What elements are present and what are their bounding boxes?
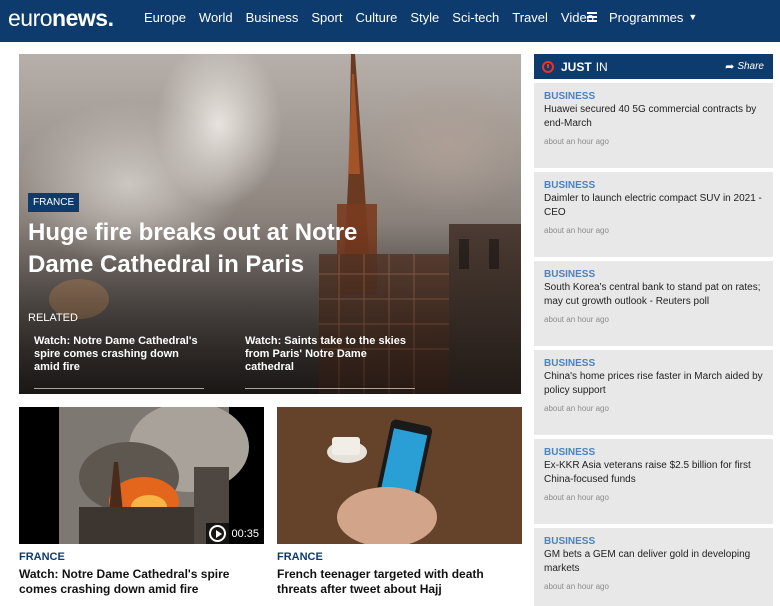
hero-article[interactable]: FRANCE Huge fire breaks out at Notre Dam… <box>19 54 521 394</box>
nav-travel[interactable]: Travel <box>512 10 548 25</box>
item-category[interactable]: BUSINESS <box>544 536 763 547</box>
nav-europe[interactable]: Europe <box>144 10 186 25</box>
caret-down-icon: ▼ <box>688 12 698 22</box>
video-duration: 00:35 <box>231 527 259 540</box>
phone-twitter-image <box>277 407 522 544</box>
item-time: about an hour ago <box>544 493 609 502</box>
nav-culture[interactable]: Culture <box>355 10 397 25</box>
play-icon[interactable] <box>209 525 227 542</box>
share-arrow-icon: ➦ <box>725 61 735 73</box>
main-nav: Europe World Business Sport Culture Styl… <box>144 0 607 34</box>
related-link-spire[interactable]: Watch: Notre Dame Cathedral's spire come… <box>34 335 204 389</box>
just-in-item[interactable]: BUSINESS GM bets a GEM can deliver gold … <box>534 528 773 606</box>
item-category[interactable]: BUSINESS <box>544 91 763 102</box>
logo-text-euro: euro <box>8 5 53 31</box>
article-card-hajj-tweet[interactable]: FRANCE French teenager targeted with dea… <box>277 407 522 597</box>
just-in-item[interactable]: BUSINESS Ex-KKR Asia veterans raise $2.5… <box>534 439 773 524</box>
logo-text-news: news <box>52 5 108 31</box>
item-title[interactable]: Daimler to launch electric compact SUV i… <box>544 192 763 220</box>
nav-world[interactable]: World <box>199 10 233 25</box>
just-in-sidebar: JUST IN ➦ Share BUSINESS Huawei secured … <box>534 54 773 606</box>
card-category[interactable]: FRANCE <box>277 551 522 563</box>
just-in-item[interactable]: BUSINESS Daimler to launch electric comp… <box>534 172 773 257</box>
video-duration-overlay: 00:35 <box>206 523 264 544</box>
item-title[interactable]: Ex-KKR Asia veterans raise $2.5 billion … <box>544 459 763 487</box>
video-thumbnail[interactable]: 00:35 <box>19 407 264 544</box>
item-category[interactable]: BUSINESS <box>544 180 763 191</box>
item-title[interactable]: GM bets a GEM can deliver gold in develo… <box>544 548 763 576</box>
top-navigation-bar: euronews. Europe World Business Sport Cu… <box>0 0 780 42</box>
just-in-item[interactable]: BUSINESS Huawei secured 40 5G commercial… <box>534 83 773 168</box>
item-title[interactable]: Huawei secured 40 5G commercial contract… <box>544 103 763 131</box>
item-time: about an hour ago <box>544 226 609 235</box>
item-time: about an hour ago <box>544 404 609 413</box>
card-title[interactable]: Watch: Notre Dame Cathedral's spire come… <box>19 567 264 597</box>
item-time: about an hour ago <box>544 582 609 591</box>
clock-icon <box>542 60 554 73</box>
item-category[interactable]: BUSINESS <box>544 447 763 458</box>
just-in-item[interactable]: BUSINESS China's home prices rise faster… <box>534 350 773 435</box>
item-title[interactable]: South Korea's central bank to stand pat … <box>544 281 763 309</box>
hero-headline[interactable]: Huge fire breaks out at Notre Dame Cathe… <box>28 217 408 281</box>
just-in-header: JUST IN ➦ Share <box>534 54 773 79</box>
share-label: Share <box>737 61 764 72</box>
nav-style[interactable]: Style <box>410 10 439 25</box>
menu-list-icon <box>587 10 597 24</box>
item-time: about an hour ago <box>544 315 609 324</box>
article-card-spire-video[interactable]: 00:35 FRANCE Watch: Notre Dame Cathedral… <box>19 407 264 597</box>
card-title[interactable]: French teenager targeted with death thre… <box>277 567 522 597</box>
item-time: about an hour ago <box>544 137 609 146</box>
item-title[interactable]: China's home prices rise faster in March… <box>544 370 763 398</box>
just-in-title-in: IN <box>595 59 608 74</box>
item-category[interactable]: BUSINESS <box>544 269 763 280</box>
hero-category-tag[interactable]: FRANCE <box>28 193 80 212</box>
related-label: RELATED <box>28 312 78 324</box>
article-thumbnail[interactable] <box>277 407 522 544</box>
euronews-logo[interactable]: euronews. <box>8 5 114 32</box>
item-category[interactable]: BUSINESS <box>544 358 763 369</box>
programmes-label: Programmes <box>609 9 684 25</box>
programmes-menu-button[interactable]: Programmes ▼ <box>587 0 697 34</box>
just-in-title-just: JUST <box>561 59 592 74</box>
card-category[interactable]: FRANCE <box>19 551 264 563</box>
related-link-saints[interactable]: Watch: Saints take to the skies from Par… <box>245 335 415 389</box>
nav-business[interactable]: Business <box>246 10 299 25</box>
logo-dot: . <box>107 5 114 31</box>
just-in-item[interactable]: BUSINESS South Korea's central bank to s… <box>534 261 773 346</box>
share-button[interactable]: ➦ Share <box>725 60 764 73</box>
nav-sci-tech[interactable]: Sci-tech <box>452 10 499 25</box>
nav-sport[interactable]: Sport <box>311 10 342 25</box>
